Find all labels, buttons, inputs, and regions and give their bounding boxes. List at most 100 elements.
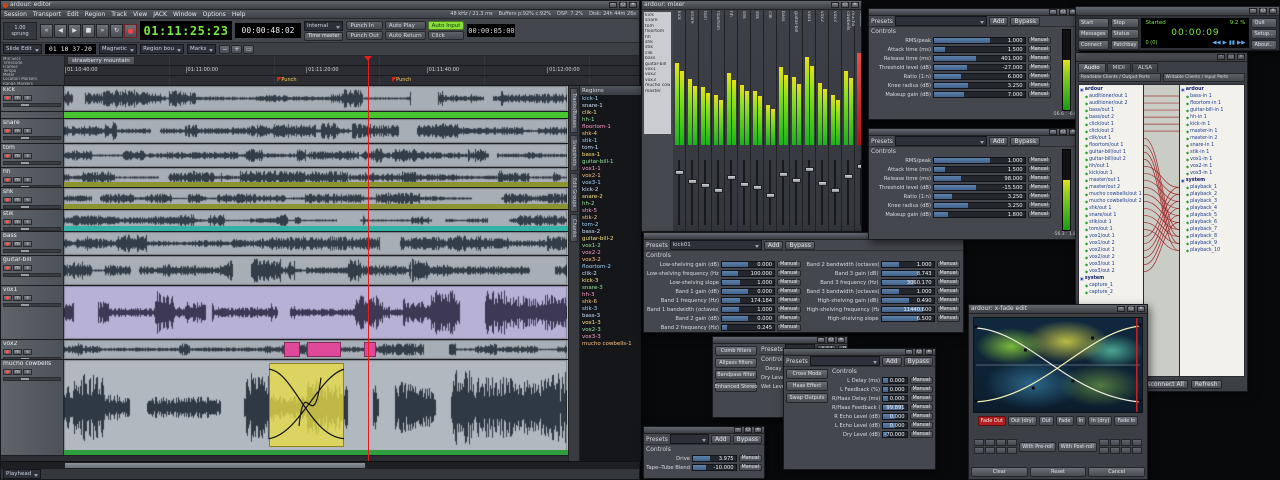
mixer-strip-shk[interactable]: shk [738, 10, 751, 231]
close-button[interactable]: × [1269, 8, 1277, 14]
clear-button[interactable]: Clear [971, 467, 1028, 477]
region-list-item[interactable]: hh-2 [582, 201, 641, 208]
playhead-combo[interactable]: Playhead [3, 469, 41, 479]
port-row[interactable]: ◆vox1/out 1 [1079, 233, 1143, 240]
edit-point-combo[interactable]: Marks [187, 44, 216, 54]
pause-icon[interactable]: ▮▮ [1229, 40, 1235, 46]
edit-mode-combo[interactable]: Slide Edit [3, 44, 42, 54]
track-header-mucho-cowbells[interactable]: mucho cowbells●ms [1, 360, 64, 455]
port-row[interactable]: ◆auditioner/out 2 [1079, 100, 1143, 107]
region-list-item[interactable]: tom-2 [582, 222, 641, 229]
mixer-list-item[interactable]: master [645, 89, 670, 94]
tab-audio[interactable]: Audio [1078, 63, 1106, 72]
param-slider[interactable]: 0.000 [721, 288, 775, 295]
go-end-button[interactable]: » [96, 24, 109, 38]
automation-mode-button[interactable]: Manual [1028, 91, 1051, 98]
port-row[interactable]: ◆hh/out 1 [1079, 163, 1143, 170]
region-list-item[interactable]: bass-2 [582, 229, 641, 236]
mixer-strip-bass[interactable]: bass [777, 10, 790, 231]
maximize-button[interactable]: ▢ [1059, 129, 1067, 135]
audition-fade-button[interactable]: Fade [1056, 416, 1074, 426]
maximize-button[interactable]: ▢ [1059, 9, 1067, 15]
mixer-strip-kick[interactable]: kick [673, 10, 686, 231]
param-slider[interactable]: 0.000 [882, 422, 908, 429]
automation-mode-button[interactable]: Manual [937, 279, 960, 286]
toggle-punch-in[interactable]: Punch In [346, 21, 382, 30]
menu-session[interactable]: Session [4, 11, 27, 18]
gain-handle[interactable] [21, 137, 29, 139]
port-row[interactable]: ◆guitar-bill-in 1 [1180, 107, 1244, 114]
param-slider[interactable]: -27.000 [933, 64, 1026, 71]
record-enable-button[interactable]: ● [3, 95, 12, 101]
region-list-item[interactable]: vox2-1 [582, 173, 641, 180]
automation-mode-button[interactable]: Manual [1028, 202, 1051, 209]
minimize-button[interactable]: – [1249, 8, 1257, 14]
param-slider[interactable]: 0.245 [721, 324, 775, 331]
port-row[interactable]: ◆guitar-bill/out 2 [1079, 156, 1143, 163]
record-enable-button[interactable]: ● [3, 369, 12, 375]
solo-button[interactable]: s [23, 177, 32, 183]
param-slider[interactable]: 1.000 [881, 261, 935, 268]
fade-preset-button[interactable] [974, 447, 984, 454]
mute-button[interactable]: m [13, 349, 22, 355]
port-row[interactable]: ◆floortom/out 1 [1079, 142, 1143, 149]
automation-strip[interactable] [64, 204, 568, 209]
param-slider[interactable]: 0.000 [882, 395, 908, 402]
waveform-bass[interactable] [64, 232, 567, 255]
main-clock[interactable]: 01:11:25:23 [140, 21, 232, 40]
port-row[interactable]: ◆tom/out 1 [1079, 226, 1143, 233]
ruler-names[interactable]: Min:SecsTimecodeFramesTempoMeterLocation… [1, 56, 65, 85]
playhead-marker[interactable] [364, 56, 372, 61]
automation-mode-button[interactable]: Manual [910, 377, 933, 384]
side-tab-chunks[interactable]: Chunks [570, 214, 578, 243]
readable-clients-header[interactable]: Readable Clients / Output Ports [1078, 73, 1161, 82]
qjack-about-button[interactable]: About... [1251, 40, 1277, 50]
window-titlebar[interactable]: –▢× [784, 349, 935, 356]
port-row[interactable]: ◆playback_9 [1180, 240, 1244, 247]
menu-edit[interactable]: Edit [67, 11, 79, 18]
automation-mode-button[interactable]: Manual [777, 261, 800, 268]
port-row[interactable]: ◆playback_1 [1180, 184, 1244, 191]
track-header-bass[interactable]: bass●ms [1, 232, 64, 255]
track-lane-kick[interactable] [64, 86, 568, 111]
fade-preset-button[interactable] [1121, 439, 1131, 446]
mixer-strip-master[interactable]: master [855, 10, 861, 231]
gain-handle[interactable] [21, 162, 29, 164]
region-list-item[interactable]: vox1-3 [582, 320, 641, 327]
gain-slider[interactable] [3, 357, 61, 360]
automation-mode-button[interactable]: Manual [777, 270, 800, 277]
port-row[interactable]: ◆mucho cowbells/out 1 [1079, 191, 1143, 198]
session-tab[interactable]: strawberry mountain [67, 56, 135, 65]
fade-preset-button[interactable] [996, 447, 1006, 454]
client-row[interactable]: ▣ardour [1180, 86, 1244, 93]
mixer-titlebar[interactable]: ardour: mixer – ▢ × [642, 1, 861, 10]
automation-mode-button[interactable]: Manual [1028, 37, 1051, 44]
side-tab-tracks-busses[interactable]: Tracks/Busses [570, 88, 578, 133]
param-slider[interactable]: 174.184 [721, 297, 775, 304]
xfade-display[interactable] [973, 317, 1143, 413]
mute-button[interactable]: m [13, 241, 22, 247]
minimize-button[interactable]: – [1049, 129, 1057, 135]
fade-preset-button[interactable] [1110, 439, 1120, 446]
toggle-auto-input[interactable]: Auto Input [428, 21, 465, 30]
bypass-button[interactable]: Bypass [1010, 17, 1039, 26]
automation-mode-button[interactable]: Manual [937, 288, 960, 295]
automation-mode-button[interactable]: Manual [937, 270, 960, 277]
waveform-guitar-bill[interactable] [64, 256, 567, 285]
region-list-item[interactable]: vox1-1 [582, 166, 641, 173]
edit-position-clock[interactable]: 01 10 37-20 [45, 44, 96, 54]
record-button[interactable]: ● [124, 24, 137, 38]
minimize-button[interactable]: – [1049, 9, 1057, 15]
record-enable-button[interactable]: ● [3, 153, 12, 159]
toggle-punch-out[interactable]: Punch Out [346, 31, 382, 40]
region-list-item[interactable]: floortom-1 [582, 124, 641, 131]
waveform-snare[interactable] [64, 119, 567, 143]
rewind-icon[interactable]: ◀◀ [1212, 40, 1220, 46]
region-list-item[interactable]: vox2-2 [582, 250, 641, 257]
region-list-item[interactable]: tom-1 [582, 145, 641, 152]
fade-curve-overlay[interactable] [974, 318, 1142, 412]
automation-mode-button[interactable]: Manual [777, 279, 800, 286]
param-slider[interactable]: 3060.170 [881, 279, 935, 286]
snap-to-combo[interactable]: Region bou [140, 44, 184, 54]
mixer-strip-floortom[interactable]: floortom [712, 10, 725, 231]
